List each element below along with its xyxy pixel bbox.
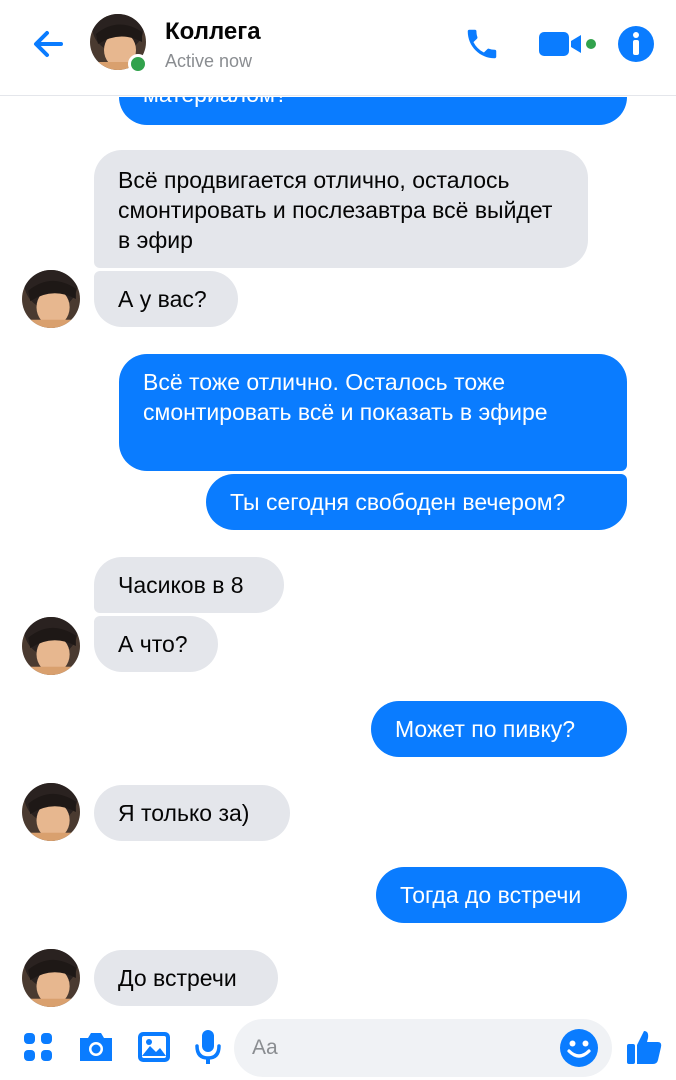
message-bubble-outgoing[interactable]: Ты сегодня свободен вечером? [206, 474, 627, 530]
sender-avatar [22, 270, 80, 328]
video-camera-icon[interactable] [532, 22, 604, 66]
contact-name[interactable]: Коллега [165, 18, 261, 46]
chat-header: Коллега Active now [0, 0, 676, 96]
message-input-container [234, 1019, 612, 1077]
message-bubble-incoming[interactable]: А у вас? [94, 271, 238, 327]
message-bubble-outgoing[interactable]: Всё тоже отлично. Осталось тоже смонтиро… [119, 354, 627, 471]
back-arrow-icon[interactable] [28, 24, 68, 64]
message-input[interactable] [252, 1019, 552, 1077]
message-bubble-incoming[interactable]: А что? [94, 616, 218, 672]
phone-icon[interactable] [458, 22, 506, 66]
message-bubble-outgoing[interactable]: Может по пивку? [371, 701, 627, 757]
sender-avatar [22, 617, 80, 675]
sender-avatar [22, 783, 80, 841]
online-indicator [128, 54, 148, 74]
message-bubble-outgoing[interactable]: материалом? [119, 97, 627, 125]
message-bubble-incoming[interactable]: Часиков в 8 [94, 557, 284, 613]
microphone-icon[interactable] [188, 1027, 228, 1067]
message-bubble-incoming[interactable]: До встречи [94, 950, 278, 1006]
gallery-icon[interactable] [134, 1027, 174, 1067]
apps-grid-icon[interactable] [18, 1027, 58, 1067]
contact-avatar[interactable] [90, 14, 148, 74]
info-icon[interactable] [612, 22, 660, 66]
message-bubble-incoming[interactable]: Всё продвигается отлично, осталось смонт… [94, 150, 588, 268]
message-list[interactable]: материалом? Всё продвигается отлично, ос… [0, 97, 676, 1015]
emoji-icon[interactable] [558, 1027, 600, 1069]
thumbs-up-icon[interactable] [622, 1025, 666, 1069]
sender-avatar [22, 949, 80, 1007]
camera-icon[interactable] [76, 1027, 116, 1067]
message-composer [0, 1015, 676, 1080]
message-bubble-outgoing[interactable]: Тогда до встречи [376, 867, 627, 923]
presence-status: Active now [165, 51, 253, 71]
message-bubble-incoming[interactable]: Я только за) [94, 785, 290, 841]
